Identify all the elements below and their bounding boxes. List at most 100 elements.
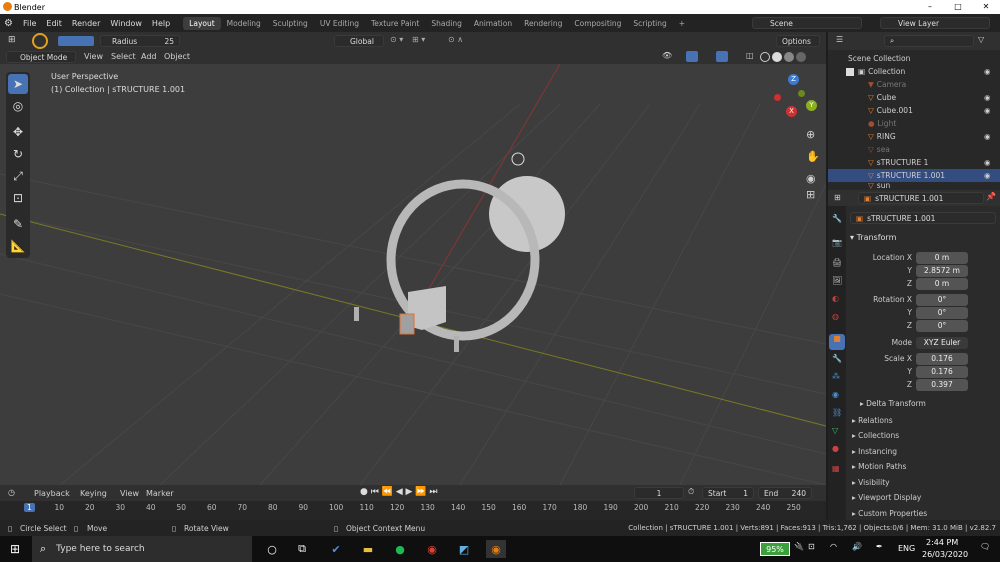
eye-icon[interactable]: ◉ [984,106,991,115]
playback-controls[interactable]: ● ⏮ ⏪ ◀ ▶ ⏩ ⏭ [360,487,437,497]
timeline-menu-marker[interactable]: Marker [146,489,174,498]
scale-icon[interactable]: ⤢ [8,166,28,186]
end-frame-field[interactable]: End 240 [758,487,812,499]
gizmo-neg-x[interactable] [774,94,781,101]
shading-solid-icon[interactable] [772,52,782,62]
minimize-button[interactable]: – [916,0,944,14]
blender-taskbar-icon[interactable]: ◉ [486,540,506,558]
modifier-tab-icon[interactable]: 🔧 [832,354,842,363]
tab-texture-paint[interactable]: Texture Paint [365,17,425,30]
tab-modeling[interactable]: Modeling [221,17,267,30]
radius-field[interactable]: Radius 25 [100,35,180,47]
viewport-menu-select[interactable]: Select [111,52,136,61]
material-tab-icon[interactable]: ● [832,444,839,453]
panel-instancing[interactable]: ▸ Instancing [846,444,1000,458]
outliner-item-sea[interactable]: ▽ sea [828,143,1000,156]
outliner-item-cube001[interactable]: ▽ Cube.001 ◉ [828,104,1000,117]
location-y-field[interactable]: 2.8572 m [916,265,968,277]
pivot-icon[interactable]: ⊙ ▾ [390,35,403,44]
structure-object-2[interactable] [454,336,459,352]
rotation-x-field[interactable]: 0° [916,294,968,306]
rotation-z-field[interactable]: 0° [916,320,968,332]
zoom-icon[interactable]: ⊕ [806,128,815,141]
rotate-icon[interactable]: ↻ [8,144,28,164]
close-button[interactable]: ✕ [972,0,1000,14]
cortana-icon[interactable]: ○ [262,540,282,558]
outliner-item-camera[interactable]: ▼ Camera [828,78,1000,91]
xray-icon[interactable]: ◫ [746,51,754,60]
cursor-icon[interactable]: ◎ [8,96,28,116]
battery-indicator[interactable]: 95% [760,542,790,556]
task-view-icon[interactable]: ⧉ [292,540,312,558]
visibility-icon[interactable]: 👁 [662,51,672,60]
chrome-icon[interactable]: ◉ [422,540,442,558]
charging-icon[interactable]: 🔌 [794,542,804,551]
outliner-item-sun[interactable]: ▽ sun [828,181,1000,190]
viewport-menu-view[interactable]: View [84,52,103,61]
scene-selector[interactable]: Scene [752,17,862,29]
shading-material-icon[interactable] [784,52,794,62]
texture-tab-icon[interactable]: ▦ [832,464,840,473]
viewport-menu-object[interactable]: Object [164,52,190,61]
clock-time[interactable]: 2:44 PM [926,538,958,547]
menu-window[interactable]: Window [105,19,147,28]
tab-uv-editing[interactable]: UV Editing [314,17,365,30]
view-layer-selector[interactable]: View Layer [880,17,990,29]
scene-tab-icon[interactable]: ◐ [832,294,839,303]
timeline-menu-view[interactable]: View [120,489,139,498]
tab-compositing[interactable]: Compositing [568,17,627,30]
overlay-toggle-icon[interactable] [716,51,728,62]
tab-sculpting[interactable]: Sculpting [267,17,314,30]
panel-custom-properties[interactable]: ▸ Custom Properties [846,506,1000,520]
sphere-object[interactable] [489,176,565,252]
wifi-icon[interactable]: ◠ [830,542,837,551]
scene-collection-row[interactable]: Scene Collection [828,52,1000,65]
tab-shading[interactable]: Shading [425,17,467,30]
object-tab-icon[interactable]: ■ [829,334,845,350]
panel-viewport-display[interactable]: ▸ Viewport Display [846,490,1000,504]
eye-icon[interactable]: ◉ [984,67,991,76]
annotate-icon[interactable]: ✎ [8,214,28,234]
select-box-icon[interactable]: ➤ [8,74,28,94]
mode-dropdown[interactable]: Object Mode [6,51,76,63]
constraints-tab-icon[interactable]: ⛓ [832,408,842,417]
proportional-editing-icon[interactable]: ⊙ ∧ [448,35,463,44]
render-tab-icon[interactable]: 📷 [832,238,842,247]
gizmo-z-axis[interactable]: Z [788,74,799,85]
data-tab-icon[interactable]: ▽ [832,426,838,435]
language-indicator[interactable]: ENG [898,544,915,553]
options-dropdown[interactable]: Options [776,35,820,47]
editor-type-icon[interactable]: ◷ [8,488,15,497]
tool-dropdown-icon[interactable]: ⊞ [8,35,16,45]
rotation-mode-dropdown[interactable]: XYZ Euler [916,337,968,349]
navigation-gizmo[interactable]: Z Y X [770,72,820,122]
todo-app-icon[interactable]: ✔ [326,540,346,558]
transform-panel-title[interactable]: ▾ Transform [850,233,896,242]
panel-motion-paths[interactable]: ▸ Motion Paths [846,459,1000,473]
pin-icon[interactable]: 📌 [986,192,996,201]
pan-hand-icon[interactable]: ✋ [806,150,820,163]
add-workspace-icon[interactable]: + [673,17,691,30]
menu-edit[interactable]: Edit [41,19,67,28]
file-explorer-icon[interactable]: ▬ [358,540,378,558]
spotify-icon[interactable]: ● [390,540,410,558]
clock-date[interactable]: 26/03/2020 [922,550,968,559]
outliner-item-ring[interactable]: ▽ RING ◉ [828,130,1000,143]
properties-context-field[interactable]: ▣ sTRUCTURE 1.001 [858,192,984,204]
snap-icon[interactable]: ⊞ ▾ [412,35,425,44]
selection-mode-buttons[interactable] [58,36,94,46]
checkbox-icon[interactable] [846,67,854,76]
particles-tab-icon[interactable]: ⁂ [832,372,840,381]
filter-icon[interactable]: ▽ [978,35,984,44]
eye-icon[interactable]: ◉ [984,171,991,180]
location-z-field[interactable]: 0 m [916,278,968,290]
gizmo-y-axis[interactable]: Y [806,100,817,111]
taskbar-search-input[interactable]: ⌕ Type here to search [32,536,252,562]
tab-scripting[interactable]: Scripting [627,17,672,30]
timeline-menu-keying[interactable]: Keying [80,489,107,498]
volume-icon[interactable]: 🔊 [852,542,862,551]
maximize-button[interactable]: □ [944,0,972,14]
eye-icon[interactable]: ◉ [984,93,991,102]
viewport-menu-add[interactable]: Add [141,52,157,61]
timeline-ruler[interactable]: 1 10 20 30 40 50 60 70 80 90 100 110 120 130 140 150 160… [0,502,826,516]
